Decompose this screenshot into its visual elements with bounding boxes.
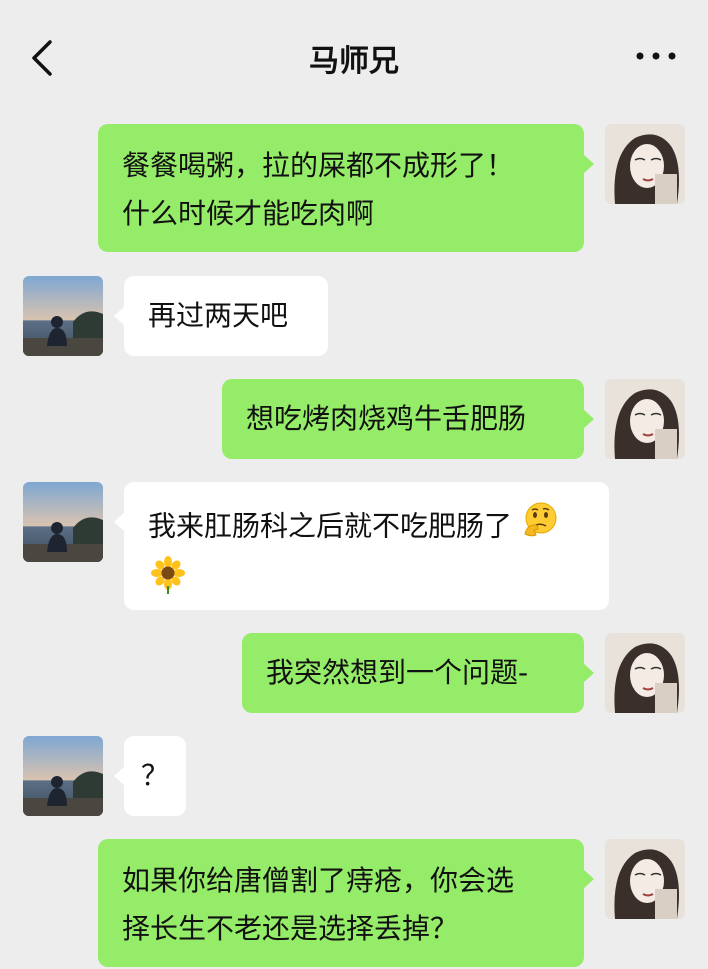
my-avatar[interactable] [605, 839, 685, 919]
chat-title: 马师兄 [309, 44, 399, 79]
message-text-line: 想吃烤肉烧鸡牛舌肥肠 [246, 402, 527, 435]
sunflower-emoji [148, 555, 188, 610]
message-text-line: 什么时候才能吃肉啊 [122, 197, 375, 230]
message-text-line: ？ [140, 759, 169, 792]
incoming-message-bubble[interactable]: 再过两天吧 [114, 276, 328, 356]
more-dots-icon [636, 52, 676, 60]
message-text-line: 再过两天吧 [148, 299, 289, 332]
message-text-line: 餐餐喝粥，拉的屎都不成形了！ [122, 149, 515, 182]
outgoing-message-bubble[interactable]: 餐餐喝粥，拉的屎都不成形了！ 什么时候才能吃肉啊 [98, 124, 594, 252]
incoming-message-bubble[interactable]: 我来肛肠科之后就不吃肥肠了 [114, 482, 609, 610]
outgoing-message-bubble[interactable]: 想吃烤肉烧鸡牛舌肥肠 [222, 379, 594, 459]
more-button[interactable] [634, 44, 678, 68]
message-text-line: 如果你给唐僧割了痔疮，你会选 [122, 864, 515, 897]
message-text-line: 择长生不老还是选择丢掉？ [122, 912, 459, 945]
my-avatar[interactable] [605, 633, 685, 713]
incoming-message-bubble[interactable]: ？ [114, 736, 186, 816]
my-avatar[interactable] [605, 124, 685, 204]
message-text-line: 我突然想到一个问题- [266, 656, 529, 689]
thinking-face-emoji [521, 500, 561, 555]
outgoing-message-bubble[interactable]: 如果你给唐僧割了痔疮，你会选 择长生不老还是选择丢掉？ [98, 839, 594, 967]
contact-avatar[interactable] [23, 276, 103, 356]
message-text-line: 我来肛肠科之后就不吃肥肠了 [148, 509, 513, 543]
outgoing-message-bubble[interactable]: 我突然想到一个问题- [242, 633, 594, 713]
contact-avatar[interactable] [23, 482, 103, 562]
contact-avatar[interactable] [23, 736, 103, 816]
my-avatar[interactable] [605, 379, 685, 459]
chat-header: 马师兄 [0, 0, 708, 110]
